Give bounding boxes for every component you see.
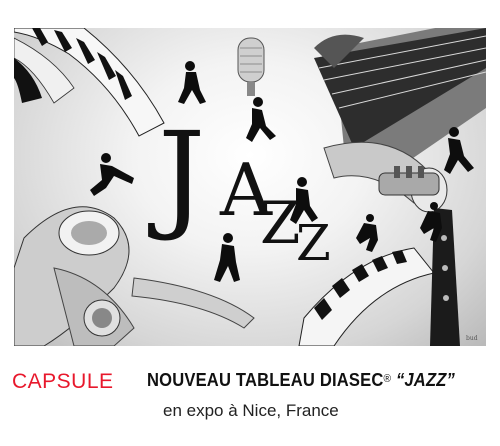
microphone [237, 37, 265, 96]
letter-j: J [158, 106, 206, 244]
caption: CAPSULE NOUVEAU TABLEAU DIASEC® “JAZZ” e… [0, 364, 500, 434]
headline-main: NOUVEAU TABLEAU DIASEC [147, 370, 384, 390]
dancer-top [178, 61, 206, 104]
headline-quote: “JAZZ” [395, 370, 456, 390]
headline: NOUVEAU TABLEAU DIASEC® “JAZZ” [147, 370, 455, 391]
brand-label: CAPSULE [12, 370, 114, 393]
piano-keyboard-top-left [14, 28, 165, 137]
artist-signature: bud [466, 335, 478, 342]
dancer-right [444, 127, 474, 174]
letter-z-second: Z [296, 214, 331, 272]
letter-z-first: Z [260, 189, 301, 257]
jazz-artwork: bud J A Z Z [14, 28, 486, 346]
subline: en expo à Nice, France [163, 401, 339, 420]
registered-mark: ® [383, 373, 392, 385]
jazz-lettering: J A Z Z [154, 116, 374, 286]
dancer-left [90, 153, 134, 196]
